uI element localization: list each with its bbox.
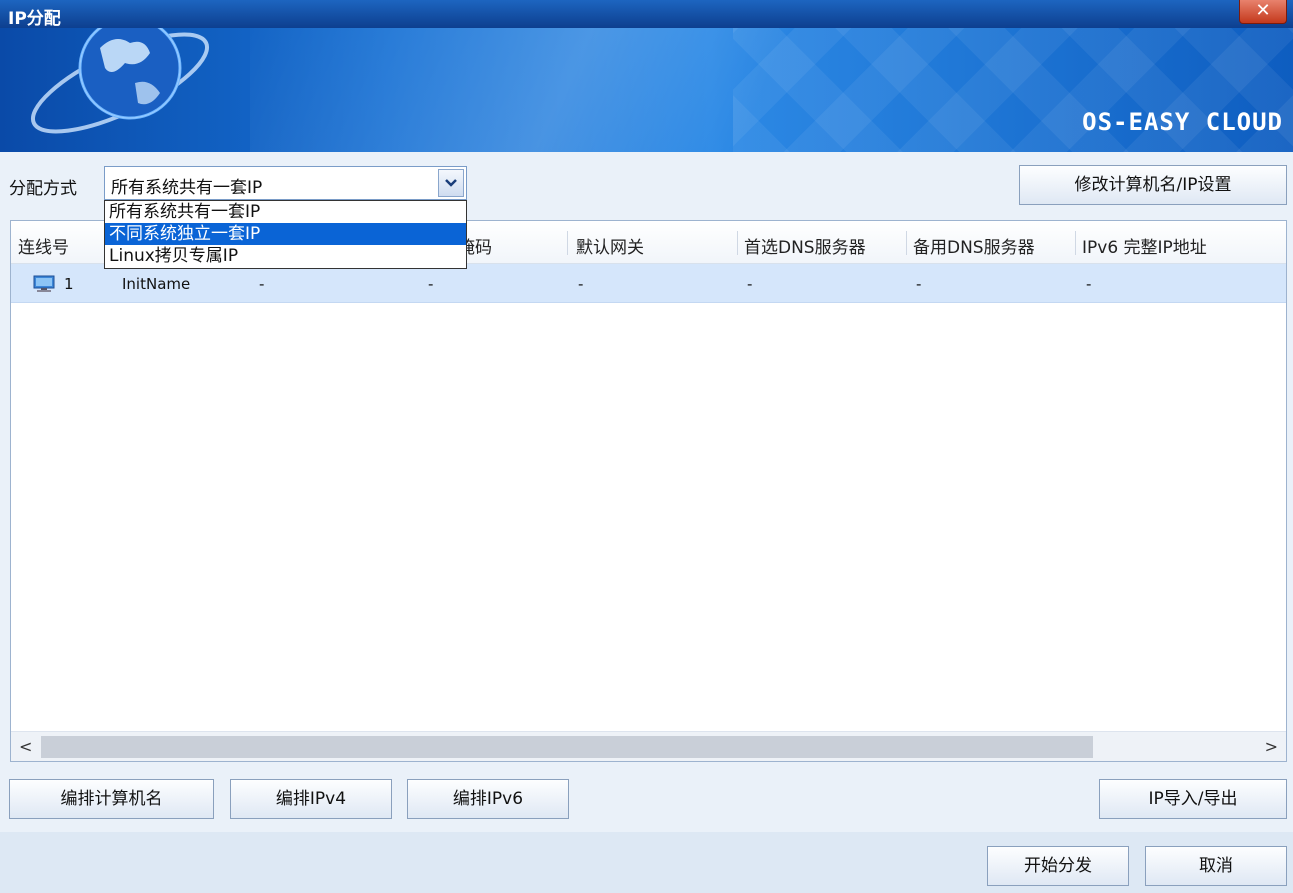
table-row[interactable]: 1 InitName - - - - - - <box>11 264 1286 303</box>
title-bar: IP分配 ✕ <box>0 0 1293 29</box>
chevron-down-icon <box>445 179 457 187</box>
row-ip-address: - <box>259 275 265 293</box>
dropdown-arrow-button[interactable] <box>438 169 464 197</box>
brand-logo-text: OS-EASY CLOUD <box>1082 108 1283 136</box>
row-connection-id: 1 <box>64 275 74 293</box>
column-header-dns1[interactable]: 首选DNS服务器 <box>744 233 866 258</box>
column-header-gateway[interactable]: 默认网关 <box>576 233 644 258</box>
allocation-label: 分配方式 <box>9 179 77 199</box>
computer-table: 连线号 掩码 默认网关 首选DNS服务器 备用DNS服务器 IPv6 完整IP地… <box>10 220 1287 762</box>
column-header-connection[interactable]: 连线号 <box>18 233 69 258</box>
computer-icon <box>33 275 55 292</box>
row-dns2: - <box>916 275 922 293</box>
column-separator[interactable] <box>567 231 568 255</box>
scrollbar-thumb[interactable] <box>41 736 1093 758</box>
dropdown-option[interactable]: Linux拷贝专属IP <box>105 245 466 267</box>
header-banner: OS-EASY CLOUD <box>0 28 1293 152</box>
window-title: IP分配 <box>8 9 61 29</box>
globe-icon <box>30 28 210 134</box>
dropdown-option-highlighted[interactable]: 不同系统独立一套IP <box>105 223 466 245</box>
row-mask: - <box>428 275 434 293</box>
allocation-dropdown-list: 所有系统共有一套IP 不同系统独立一套IP Linux拷贝专属IP <box>104 200 467 269</box>
cancel-button[interactable]: 取消 <box>1145 846 1287 886</box>
column-separator[interactable] <box>737 231 738 255</box>
edit-ipv6-button[interactable]: 编排IPv6 <box>407 779 569 819</box>
allocation-select[interactable]: 所有系统共有一套IP <box>104 166 467 200</box>
column-separator[interactable] <box>1075 231 1076 255</box>
start-distribute-button[interactable]: 开始分发 <box>987 846 1129 886</box>
row-dns1: - <box>747 275 753 293</box>
column-header-ipv6[interactable]: IPv6 完整IP地址 <box>1082 233 1207 258</box>
dropdown-option[interactable]: 所有系统共有一套IP <box>105 201 466 223</box>
row-gateway: - <box>578 275 584 293</box>
close-button[interactable]: ✕ <box>1239 0 1287 24</box>
chevron-left-icon[interactable]: < <box>19 737 32 756</box>
allocation-select-value: 所有系统共有一套IP <box>111 178 263 198</box>
row-ipv6: - <box>1086 275 1092 293</box>
edit-ipv4-button[interactable]: 编排IPv4 <box>230 779 392 819</box>
ip-import-export-button[interactable]: IP导入/导出 <box>1099 779 1287 819</box>
row-computer-name: InitName <box>122 275 191 293</box>
column-header-dns2[interactable]: 备用DNS服务器 <box>913 233 1035 258</box>
modify-name-ip-button[interactable]: 修改计算机名/IP设置 <box>1019 165 1287 205</box>
horizontal-scrollbar[interactable]: < > <box>11 731 1286 761</box>
column-separator[interactable] <box>906 231 907 255</box>
edit-computer-names-button[interactable]: 编排计算机名 <box>9 779 214 819</box>
chevron-right-icon[interactable]: > <box>1265 737 1278 756</box>
